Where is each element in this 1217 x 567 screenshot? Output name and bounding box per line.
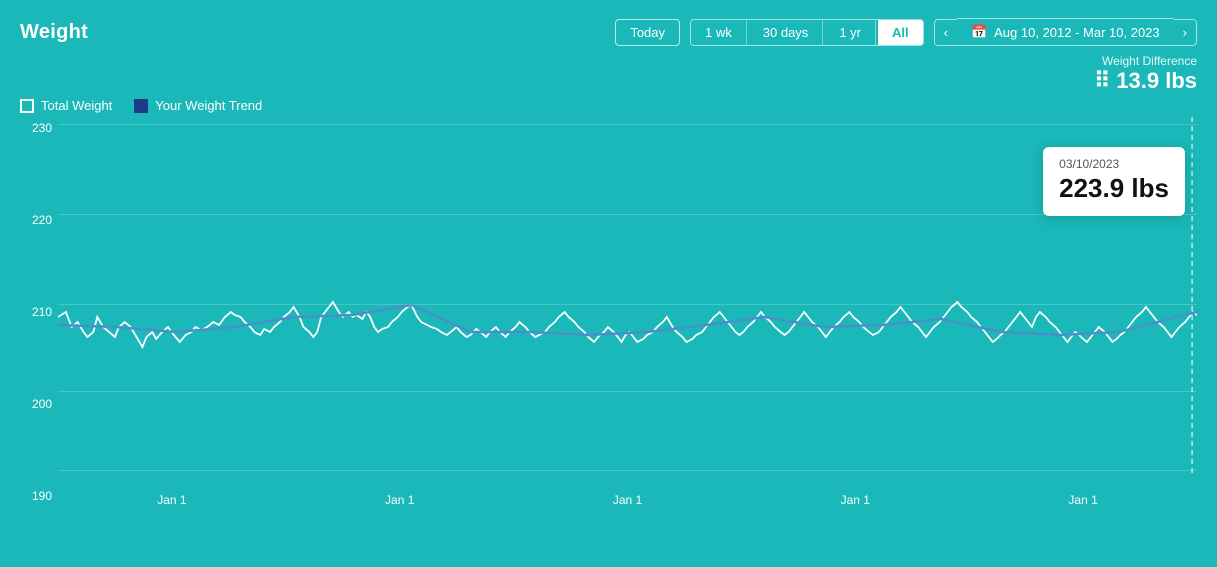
grid-line-1 [58, 124, 1197, 125]
x-label-1: Jan 1 [157, 493, 186, 507]
x-axis: Jan 1 Jan 1 Jan 1 Jan 1 Jan 1 [58, 477, 1197, 507]
x-label-4: Jan 1 [841, 493, 870, 507]
legend-total-weight: Total Weight [20, 98, 112, 113]
chart-svg [58, 117, 1197, 477]
legend-row: Total Weight Your Weight Trend [20, 98, 1197, 113]
tooltip-value: 223.9 lbs [1059, 173, 1169, 204]
filter-30days[interactable]: 30 days [749, 20, 824, 45]
grid-line-2 [58, 214, 1197, 215]
grid-line-4 [58, 391, 1197, 392]
filter-today[interactable]: Today [615, 19, 680, 46]
nav-prev-button[interactable]: ‹ [934, 19, 957, 46]
legend-total-weight-label: Total Weight [41, 98, 112, 113]
calendar-icon: 📅 [971, 24, 987, 40]
y-label-190: 190 [20, 489, 58, 503]
y-label-210: 210 [20, 305, 58, 319]
legend-box-blue [134, 99, 148, 113]
x-label-5: Jan 1 [1068, 493, 1097, 507]
y-label-200: 200 [20, 397, 58, 411]
weight-diff-icon: ⠿ [1094, 68, 1110, 94]
weight-diff-number: 13.9 lbs [1116, 68, 1197, 94]
grid-line-5 [58, 470, 1197, 471]
legend-trend: Your Weight Trend [134, 98, 262, 113]
date-range-text: Aug 10, 2012 - Mar 10, 2023 [994, 25, 1160, 40]
filter-1wk[interactable]: 1 wk [691, 20, 747, 45]
y-label-230: 230 [20, 121, 58, 135]
main-container: Weight Today 1 wk 30 days 1 yr All ‹ 📅 A… [0, 0, 1217, 567]
filter-1yr[interactable]: 1 yr [825, 20, 876, 45]
weight-diff-value: ⠿ 13.9 lbs [20, 68, 1197, 94]
x-label-2: Jan 1 [385, 493, 414, 507]
total-weight-line [58, 302, 1197, 347]
weight-diff-label: Weight Difference [20, 54, 1197, 68]
tooltip-date: 03/10/2023 [1059, 157, 1169, 171]
header-row: Weight Today 1 wk 30 days 1 yr All ‹ 📅 A… [20, 18, 1197, 46]
legend-box-white [20, 99, 34, 113]
filter-button-group: 1 wk 30 days 1 yr All [690, 19, 924, 46]
chart-inner: 03/10/2023 223.9 lbs [58, 117, 1197, 477]
date-range-display[interactable]: 📅 Aug 10, 2012 - Mar 10, 2023 [957, 18, 1174, 46]
grid-line-3 [58, 304, 1197, 305]
chart-area: 230 220 210 200 190 [20, 117, 1197, 507]
weight-diff-block: Weight Difference ⠿ 13.9 lbs [20, 54, 1197, 94]
nav-next-button[interactable]: › [1174, 19, 1197, 46]
legend-trend-label: Your Weight Trend [155, 98, 262, 113]
x-label-3: Jan 1 [613, 493, 642, 507]
date-range-nav: ‹ 📅 Aug 10, 2012 - Mar 10, 2023 › [934, 18, 1197, 46]
page-title: Weight [20, 21, 88, 44]
tooltip: 03/10/2023 223.9 lbs [1043, 147, 1185, 216]
filter-all[interactable]: All [878, 20, 923, 45]
header-right: Today 1 wk 30 days 1 yr All ‹ 📅 Aug 10, … [615, 18, 1197, 46]
y-axis: 230 220 210 200 190 [20, 117, 58, 507]
y-label-220: 220 [20, 213, 58, 227]
